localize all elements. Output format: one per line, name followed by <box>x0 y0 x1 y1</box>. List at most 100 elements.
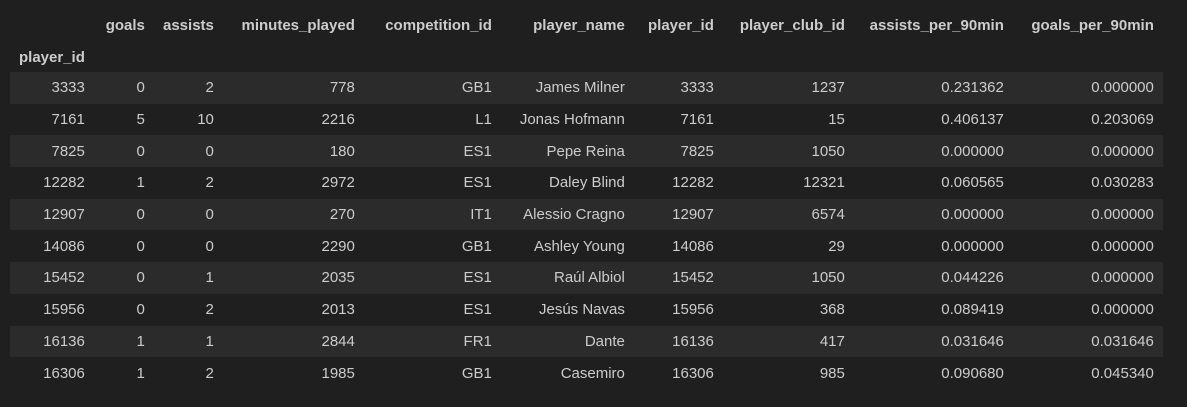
table-cell: 0.089419 <box>941 301 1004 319</box>
column-header-goals: goals <box>105 17 145 34</box>
row-index-cell: 16306 <box>43 364 85 382</box>
column-header-goals-per-90min: goals_per_90min <box>1031 17 1154 34</box>
table-cell: GB1 <box>461 79 492 97</box>
table-cell: 2013 <box>321 301 355 319</box>
table-cell: 0.000000 <box>1091 301 1154 319</box>
column-header-player-id: player_id <box>648 17 714 34</box>
table-cell: 16136 <box>672 332 714 350</box>
table-cell: Casemiro <box>560 364 625 382</box>
table-cell: 12321 <box>803 174 845 192</box>
table-cell: 0 <box>205 237 214 255</box>
table-cell: 0 <box>136 142 145 160</box>
table-cell: 2035 <box>321 269 355 287</box>
index-name-spacer <box>94 42 154 72</box>
table-cell: 0 <box>136 301 145 319</box>
table-cell: IT1 <box>470 206 492 224</box>
row-index-cell: 14086 <box>43 237 85 255</box>
table-cell: Dante <box>584 332 625 350</box>
table-cell: 1 <box>136 332 145 350</box>
table-cell: 1 <box>205 332 214 350</box>
table-cell: 2972 <box>321 174 355 192</box>
table-cell: 14086 <box>672 237 714 255</box>
table-cell: 270 <box>329 206 355 224</box>
table-cell: 0.031646 <box>941 332 1004 350</box>
table-cell: 0 <box>136 79 145 97</box>
table-cell: 5 <box>136 111 145 129</box>
table-cell: 0 <box>136 206 145 224</box>
table-cell: 2 <box>205 301 214 319</box>
table-cell: 0.044226 <box>941 269 1004 287</box>
table-cell: 0.000000 <box>1091 269 1154 287</box>
table-row: 16136 1 1 2844 FR1 Dante 16136 417 0.031… <box>10 325 1163 358</box>
table-row: 7825 0 0 180 ES1 Pepe Reina 7825 1050 0.… <box>10 135 1163 168</box>
index-name-spacer <box>223 42 364 72</box>
row-index-cell: 16136 <box>43 332 85 350</box>
dataframe-table: goals assists minutes_played competition… <box>10 9 1163 389</box>
table-row: 3333 0 2 778 GB1 James Milner 3333 1237 … <box>10 72 1163 104</box>
row-index-cell: 3333 <box>51 79 85 97</box>
table-cell: 0.000000 <box>1091 237 1154 255</box>
table-cell: FR1 <box>463 332 492 350</box>
row-index-cell: 15452 <box>43 269 85 287</box>
table-cell: 0.031646 <box>1091 332 1154 350</box>
table-cell: 0.000000 <box>941 142 1004 160</box>
row-index-cell: 7825 <box>51 142 85 160</box>
table-cell: 2 <box>205 364 214 382</box>
table-cell: Pepe Reina <box>546 142 625 160</box>
table-cell: 7161 <box>680 111 714 129</box>
table-cell: 10 <box>197 111 214 129</box>
table-body: 3333 0 2 778 GB1 James Milner 3333 1237 … <box>10 72 1163 389</box>
column-header-assists: assists <box>163 17 214 34</box>
table-cell: 1050 <box>811 269 845 287</box>
table-cell: James Milner <box>535 79 625 97</box>
table-cell: ES1 <box>463 174 492 192</box>
table-cell: 2 <box>205 79 214 97</box>
table-cell: Alessio Cragno <box>523 206 625 224</box>
table-cell: 1 <box>205 269 214 287</box>
column-header-competition-id: competition_id <box>385 17 492 34</box>
row-index-cell: 15956 <box>43 301 85 319</box>
table-row: 14086 0 0 2290 GB1 Ashley Young 14086 29… <box>10 230 1163 263</box>
table-cell: 0 <box>205 206 214 224</box>
table-cell: 0.000000 <box>1091 206 1154 224</box>
table-cell: 7825 <box>680 142 714 160</box>
column-header-player-club-id: player_club_id <box>739 17 845 34</box>
table-cell: 2 <box>205 174 214 192</box>
column-header-assists-per-90min: assists_per_90min <box>869 17 1004 34</box>
table-cell: 12282 <box>672 174 714 192</box>
row-index-cell: 12907 <box>43 206 85 224</box>
index-name-spacer <box>501 42 634 72</box>
table-cell: 15 <box>828 111 845 129</box>
table-cell: 0.000000 <box>941 237 1004 255</box>
table-cell: ES1 <box>463 142 492 160</box>
index-corner-cell <box>10 9 94 42</box>
table-cell: 3333 <box>680 79 714 97</box>
table-cell: 1050 <box>811 142 845 160</box>
table-cell: 0.045340 <box>1091 364 1154 382</box>
table-cell: 180 <box>329 142 355 160</box>
index-name-spacer <box>1013 42 1163 72</box>
table-row: 15956 0 2 2013 ES1 Jesús Navas 15956 368… <box>10 293 1163 326</box>
table-cell: 0.030283 <box>1091 174 1154 192</box>
table-cell: 15452 <box>672 269 714 287</box>
table-row: 12907 0 0 270 IT1 Alessio Cragno 12907 6… <box>10 198 1163 231</box>
table-cell: 0 <box>136 269 145 287</box>
table-cell: 6574 <box>811 206 845 224</box>
table-cell: 0.203069 <box>1091 111 1154 129</box>
table-cell: 2216 <box>321 111 355 129</box>
column-header-player-name: player_name <box>533 17 625 34</box>
table-cell: L1 <box>475 111 492 129</box>
index-name-spacer <box>364 42 501 72</box>
table-cell: ES1 <box>463 269 492 287</box>
table-cell: 778 <box>329 79 355 97</box>
table-cell: Jesús Navas <box>539 301 625 319</box>
row-index-cell: 12282 <box>43 174 85 192</box>
table-cell: GB1 <box>461 364 492 382</box>
column-header-row: goals assists minutes_played competition… <box>10 9 1163 42</box>
table-header: goals assists minutes_played competition… <box>10 9 1163 72</box>
table-cell: 15956 <box>672 301 714 319</box>
index-name-row: player_id <box>10 42 1163 72</box>
table-cell: 0.000000 <box>1091 142 1154 160</box>
table-cell: 0.060565 <box>941 174 1004 192</box>
table-cell: 1237 <box>811 79 845 97</box>
